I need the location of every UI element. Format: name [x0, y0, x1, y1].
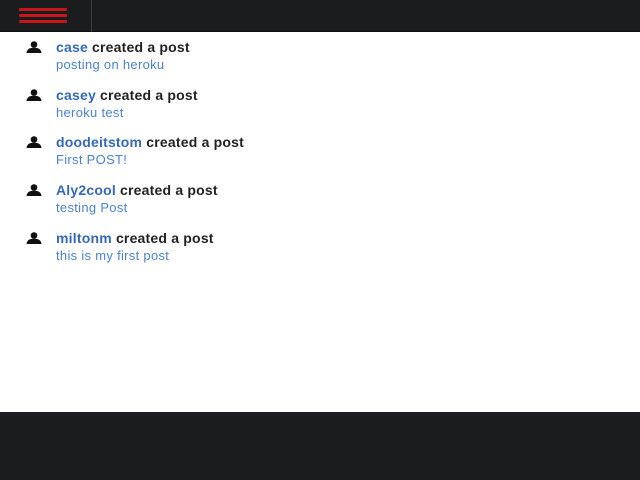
top-navbar [0, 0, 640, 32]
hamburger-menu-icon[interactable] [19, 7, 67, 25]
feed-item-headline: case created a post [56, 38, 190, 56]
post-title-link[interactable]: posting on heroku [56, 56, 164, 73]
user-icon [26, 89, 42, 101]
feed-item-headline: casey created a post [56, 86, 198, 104]
post-title-link[interactable]: heroku test [56, 104, 124, 121]
action-text: created a post [115, 230, 214, 246]
feed-item-headline: Aly2cool created a post [56, 181, 218, 199]
feed-item: casey created a post heroku test [0, 84, 640, 124]
action-text: created a post [100, 87, 198, 103]
action-text: created a post [146, 134, 245, 150]
feed-item: miltonm created a post this is my first … [0, 227, 640, 267]
bottom-bar [0, 412, 640, 480]
feed-item: case created a post posting on heroku [0, 36, 640, 76]
activity-feed: case created a post posting on heroku ca… [0, 32, 640, 412]
post-title-link[interactable]: this is my first post [56, 247, 169, 264]
username-link[interactable]: doodeitstom [56, 134, 142, 150]
user-icon [26, 136, 42, 148]
post-title-link[interactable]: testing Post [56, 199, 128, 216]
username-link[interactable]: casey [56, 87, 96, 103]
username-link[interactable]: case [56, 39, 88, 55]
action-text: created a post [120, 182, 218, 198]
username-link[interactable]: Aly2cool [56, 182, 116, 198]
user-icon [26, 184, 42, 196]
feed-item: doodeitstom created a post First POST! [0, 131, 640, 171]
menu-button[interactable] [0, 0, 92, 32]
feed-item-headline: doodeitstom created a post [56, 133, 244, 151]
feed-item-headline: miltonm created a post [56, 229, 214, 247]
username-link[interactable]: miltonm [56, 230, 112, 246]
action-text: created a post [92, 39, 190, 55]
post-title-link[interactable]: First POST! [56, 151, 127, 168]
user-icon [26, 232, 42, 244]
feed-item: Aly2cool created a post testing Post [0, 179, 640, 219]
user-icon [26, 41, 42, 53]
